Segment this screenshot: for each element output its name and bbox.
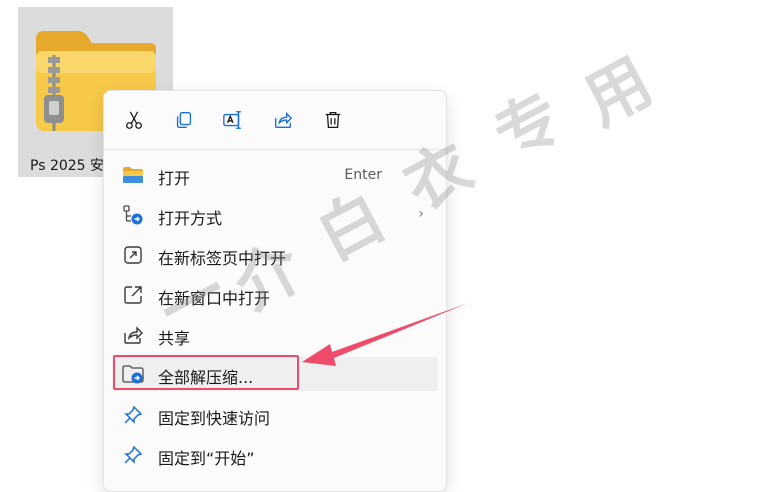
menu-item-label: 共享 [158, 329, 191, 348]
menu-item-open-new-tab[interactable]: 在新标签页中打开 [112, 238, 438, 272]
folder-icon [122, 164, 144, 186]
share-icon [122, 324, 144, 346]
copy-icon [176, 111, 192, 129]
menu-item-pin-start[interactable]: 固定到“开始” [112, 438, 438, 472]
copy-button[interactable] [169, 105, 199, 135]
share-icon [274, 111, 293, 129]
pin-icon [122, 404, 144, 426]
menu-item-open-with[interactable]: 打开方式 › [112, 198, 438, 232]
rename-button[interactable] [218, 105, 248, 135]
menu-item-label: 打开 [158, 169, 191, 188]
menu-item-open-new-window[interactable]: 在新窗口中打开 [112, 278, 438, 312]
chevron-right-icon: › [418, 206, 424, 222]
open-with-icon [122, 204, 144, 226]
annotation-highlight-box [113, 355, 299, 390]
shortcut-label: Enter [344, 167, 382, 183]
menu-item-pin-quick-access[interactable]: 固定到快速访问 [112, 398, 438, 432]
new-window-icon [122, 284, 144, 306]
rename-icon [223, 111, 241, 129]
menu-item-label: 固定到快速访问 [158, 409, 271, 428]
context-toolbar [104, 91, 446, 150]
menu-item-share[interactable]: 共享 [112, 318, 438, 352]
context-menu: 打开 Enter 打开方式 › 在新标签页中打开 在新窗口中打开 共享 全部解压… [103, 90, 447, 492]
menu-item-label: 在新窗口中打开 [158, 289, 271, 308]
share-button[interactable] [268, 105, 298, 135]
menu-item-label: 在新标签页中打开 [158, 249, 287, 268]
menu-item-label: 打开方式 [158, 209, 223, 228]
trash-icon [325, 112, 341, 128]
watermark-char: 用 [573, 44, 665, 140]
menu-item-open[interactable]: 打开 Enter [112, 158, 438, 192]
menu-item-label: 固定到“开始” [158, 449, 255, 468]
new-tab-icon [122, 244, 144, 266]
watermark-char: 专 [483, 79, 575, 175]
delete-button[interactable] [318, 105, 348, 135]
pin-icon [122, 444, 144, 466]
scissors-icon [126, 111, 142, 129]
cut-button[interactable] [119, 105, 149, 135]
